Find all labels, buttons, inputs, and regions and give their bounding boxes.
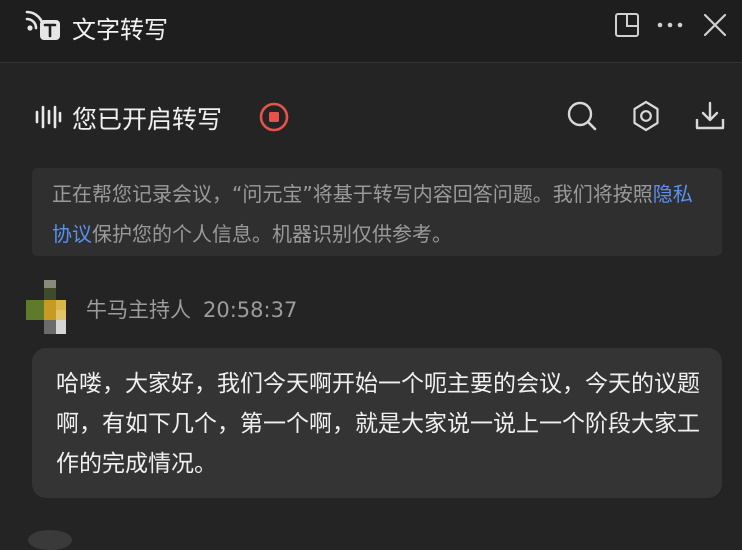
stop-record-icon[interactable]: [258, 101, 290, 133]
notice-text-after: 保护您的个人信息。机器识别仅供参考。: [92, 222, 452, 246]
window-title: 文字转写: [72, 16, 168, 44]
waveform-icon: [35, 105, 62, 129]
avatar[interactable]: [26, 280, 72, 340]
transcript-bubble: 哈喽，大家好，我们今天啊开始一个呃主要的会议，今天的议题啊，有如下几个，第一个啊…: [32, 348, 722, 498]
timestamp: 20:58:37: [203, 298, 298, 322]
transcription-toolbar: 您已开启转写: [0, 86, 742, 146]
notice-text-before: 正在帮您记录会议，“问元宝”将基于转写内容回答问题。我们将按照: [52, 182, 653, 206]
title-bar: 文字转写: [0, 0, 742, 63]
download-icon[interactable]: [694, 100, 726, 132]
search-icon[interactable]: [566, 100, 598, 132]
gear-icon[interactable]: [630, 100, 662, 132]
speaker-name: 牛马主持人: [86, 298, 191, 322]
close-icon[interactable]: [700, 10, 730, 40]
more-icon[interactable]: [655, 10, 685, 40]
privacy-notice: 正在帮您记录会议，“问元宝”将基于转写内容回答问题。我们将按照隐私协议保护您的个…: [32, 168, 722, 256]
notice-text: 正在帮您记录会议，“问元宝”将基于转写内容回答问题。我们将按照隐私协议保护您的个…: [52, 174, 712, 254]
transcript-text: 哈喽，大家好，我们今天啊开始一个呃主要的会议，今天的议题啊，有如下几个，第一个啊…: [56, 371, 700, 477]
pin-window-icon[interactable]: [612, 10, 642, 40]
transcription-status: 您已开启转写: [72, 105, 223, 134]
podcast-translate-icon: [25, 10, 60, 40]
speaker-info: 牛马主持人 20:58:37: [86, 294, 297, 324]
next-speaker-avatar: [28, 530, 72, 550]
